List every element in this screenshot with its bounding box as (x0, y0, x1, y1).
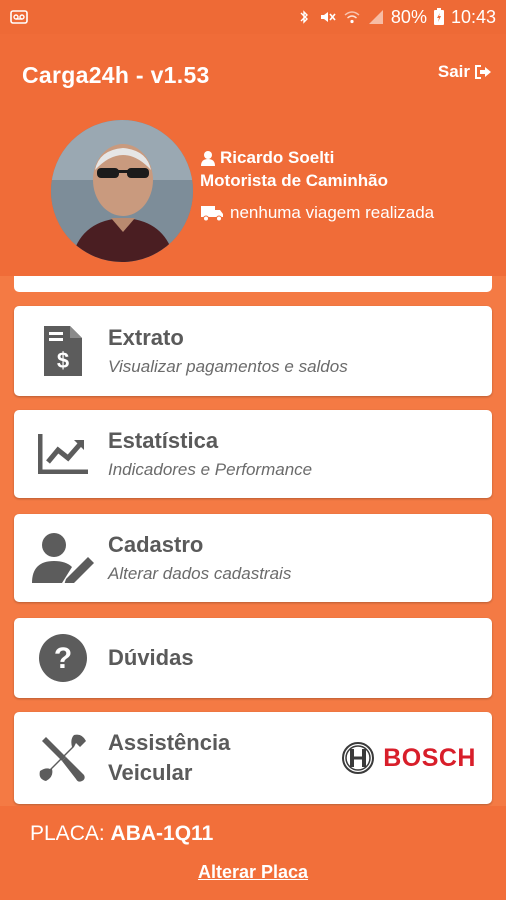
menu-item-assistencia-veicular[interactable]: Assistência Veicular BOSCH (14, 712, 492, 804)
status-bar: 80% 10:43 (0, 0, 506, 34)
menu-list[interactable]: $ Extrato Visualizar pagamentos e saldos… (0, 276, 506, 806)
tools-icon (39, 734, 86, 782)
invoice-dollar-icon: $ (44, 326, 82, 376)
avatar[interactable] (51, 120, 193, 262)
menu-item-title-line1: Assistência (108, 730, 231, 755)
logout-button[interactable]: Sair (438, 62, 492, 82)
menu-item-estatistica[interactable]: Estatística Indicadores e Performance (14, 410, 492, 498)
user-edit-icon (32, 533, 94, 583)
svg-text:?: ? (54, 642, 72, 675)
signal-icon (368, 10, 383, 24)
bosch-brand: BOSCH (341, 741, 476, 775)
trips-status-row: nenhuma viagem realizada (200, 203, 434, 223)
question-circle-icon: ? (39, 634, 87, 682)
menu-item-extrato[interactable]: $ Extrato Visualizar pagamentos e saldos (14, 306, 492, 396)
logout-label: Sair (437, 62, 470, 81)
plate-row: PLACA: ABA-1Q11 (30, 822, 213, 846)
change-plate-link[interactable]: Alterar Placa (0, 862, 506, 883)
user-icon (201, 151, 215, 166)
wifi-icon (344, 11, 360, 24)
menu-item-title: Cadastro (108, 532, 204, 557)
menu-item-title: Extrato (108, 325, 184, 350)
app-title: Carga24h - v1.53 (22, 62, 210, 88)
sign-out-icon (475, 65, 491, 79)
bluetooth-icon (300, 10, 308, 24)
bosch-text: BOSCH (383, 743, 476, 772)
menu-item-cadastro[interactable]: Cadastro Alterar dados cadastrais (14, 514, 492, 602)
profile-info: Ricardo Soelti Motorista de Caminhão nen… (200, 148, 434, 223)
truck-icon (201, 206, 223, 222)
menu-item-title-line2: Veicular (108, 760, 193, 785)
menu-card-partial[interactable] (14, 276, 492, 292)
menu-item-subtitle: Visualizar pagamentos e saldos (108, 357, 348, 376)
user-name: Ricardo Soelti (220, 148, 335, 167)
user-name-row: Ricardo Soelti (200, 148, 434, 168)
plate-value: ABA-1Q11 (110, 822, 214, 845)
voicemail-icon (10, 10, 28, 24)
plate-footer: PLACA: ABA-1Q11 Alterar Placa (0, 806, 506, 900)
menu-item-duvidas[interactable]: ? Dúvidas (14, 618, 492, 698)
menu-item-subtitle: Alterar dados cadastrais (108, 564, 292, 583)
menu-item-title: Dúvidas (108, 645, 194, 670)
user-role: Motorista de Caminhão (200, 171, 388, 190)
trips-status: nenhuma viagem realizada (230, 203, 435, 222)
profile-header: Carga24h - v1.53 Sair Ricardo Soelti Mot… (0, 34, 506, 276)
clock-time: 10:43 (450, 6, 496, 27)
battery-percent: 80% (390, 6, 427, 27)
svg-text:$: $ (57, 348, 69, 373)
bosch-logo-icon (342, 742, 375, 774)
mute-icon (320, 12, 336, 22)
menu-item-title: Estatística (108, 428, 219, 453)
chart-line-icon (38, 434, 88, 474)
battery-charging-icon (433, 8, 444, 25)
plate-label: PLACA: (30, 822, 105, 845)
menu-item-subtitle: Indicadores e Performance (108, 460, 313, 479)
